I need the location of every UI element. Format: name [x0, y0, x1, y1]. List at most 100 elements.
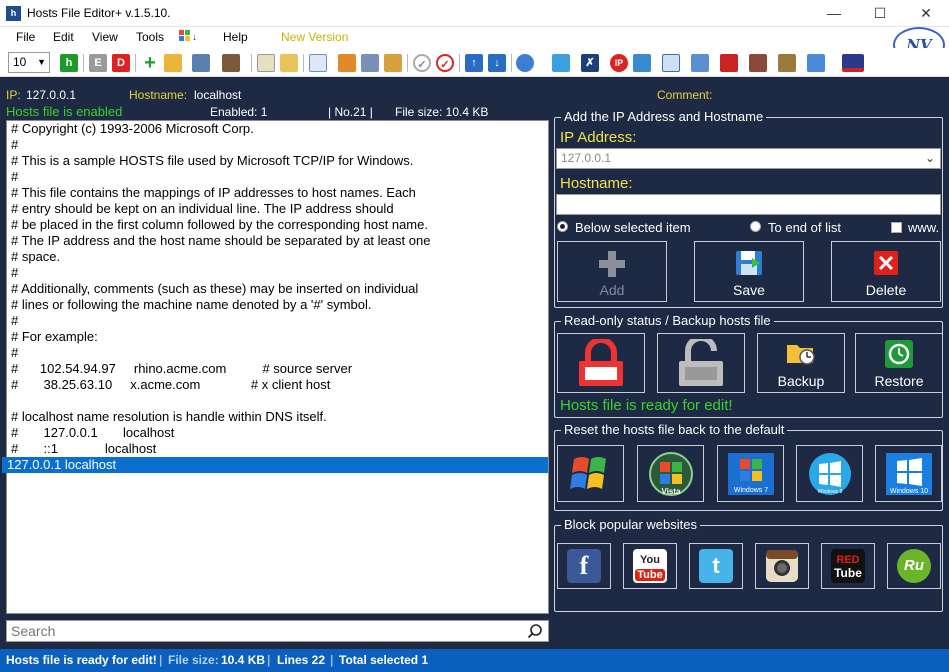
- comment-label: Comment:: [657, 88, 713, 102]
- ip-icon[interactable]: IP: [610, 54, 628, 72]
- backup-button[interactable]: Backup: [757, 333, 845, 393]
- read-only-locked-button[interactable]: [557, 333, 645, 393]
- editor-line[interactable]: # lines or following the machine name de…: [7, 297, 548, 313]
- editor-line[interactable]: # This file contains the mappings of IP …: [7, 185, 548, 201]
- reset-winxp-button[interactable]: [557, 445, 624, 502]
- block-twitter-button[interactable]: t: [689, 543, 743, 589]
- menu-tools[interactable]: Tools: [136, 30, 164, 44]
- editor-line[interactable]: #: [7, 313, 548, 329]
- search-box: [6, 620, 549, 642]
- editor-line[interactable]: #: [7, 265, 548, 281]
- hostname-field[interactable]: [556, 194, 941, 215]
- add-button[interactable]: Add: [557, 241, 667, 302]
- menu-file[interactable]: File: [16, 30, 35, 44]
- editor-line[interactable]: # ::1 localhost: [7, 441, 548, 457]
- remove-duplicates-icon[interactable]: [720, 54, 738, 72]
- close-button[interactable]: ✕: [903, 0, 949, 27]
- edit-doc-icon[interactable]: [257, 54, 275, 72]
- hostname-value: localhost: [194, 88, 242, 102]
- fullscreen-icon[interactable]: [807, 54, 825, 72]
- status-line: Hosts file is enabled Enabled: 1 | No.21…: [0, 104, 550, 120]
- editor-line[interactable]: #: [7, 345, 548, 361]
- check-disabled-icon[interactable]: ✓: [413, 54, 431, 72]
- broom-icon[interactable]: [691, 54, 709, 72]
- search-input[interactable]: [7, 621, 507, 641]
- hosts-editor[interactable]: # Copyright (c) 1993-2006 Microsoft Corp…: [2, 120, 549, 614]
- globe-icon[interactable]: [516, 54, 534, 72]
- youtube-icon: You Tube: [633, 549, 667, 583]
- block-panel: Block popular websites: [554, 517, 943, 612]
- editor-line[interactable]: # Copyright (c) 1993-2006 Microsoft Corp…: [7, 121, 548, 137]
- editor-line[interactable]: #: [7, 169, 548, 185]
- www-checkbox[interactable]: [891, 222, 902, 233]
- radio-end-of-list[interactable]: [750, 221, 761, 232]
- block-youtube-button[interactable]: You Tube: [623, 543, 677, 589]
- editor-line[interactable]: #: [7, 137, 548, 153]
- delete-button-label: Delete: [865, 282, 907, 298]
- instagram-icon: [766, 550, 798, 582]
- maximize-button[interactable]: ☐: [857, 0, 903, 27]
- block-icon[interactable]: [552, 54, 570, 72]
- h-icon[interactable]: h: [60, 54, 78, 72]
- editor-line[interactable]: [7, 393, 548, 409]
- save-button[interactable]: Save: [694, 241, 804, 302]
- add-icon[interactable]: +: [141, 53, 159, 73]
- reset-win8-button[interactable]: Windows 8: [796, 445, 863, 502]
- restore-button[interactable]: Restore: [855, 333, 943, 393]
- block-instagram-button[interactable]: [755, 543, 809, 589]
- bottom-selected: Total selected 1: [339, 653, 429, 667]
- editor-line[interactable]: # The IP address and the host name shoul…: [7, 233, 548, 249]
- d-icon[interactable]: D: [112, 54, 130, 72]
- menu-edit[interactable]: Edit: [53, 30, 74, 44]
- package-icon[interactable]: [749, 54, 767, 72]
- list-icon[interactable]: [309, 54, 327, 72]
- editor-line[interactable]: 127.0.0.1 localhost: [2, 457, 548, 473]
- radio-below-selected[interactable]: [557, 221, 568, 232]
- language-flag-icon[interactable]: [842, 54, 864, 72]
- editor-line[interactable]: # This is a sample HOSTS file used by Mi…: [7, 153, 548, 169]
- radio-below-label: Below selected item: [575, 220, 691, 235]
- move-down-icon[interactable]: ↓: [488, 54, 506, 72]
- menu-help[interactable]: Help: [223, 30, 248, 44]
- bottom-size-label: File size:: [168, 653, 219, 667]
- reset-vista-button[interactable]: Vista: [637, 445, 704, 502]
- export-icon[interactable]: [338, 54, 356, 72]
- save-as-icon[interactable]: [361, 54, 379, 72]
- editor-line[interactable]: # Additionally, comments (such as these)…: [7, 281, 548, 297]
- editor-line[interactable]: # For example:: [7, 329, 548, 345]
- network-icon[interactable]: [633, 54, 651, 72]
- hosts-icon[interactable]: [662, 54, 680, 72]
- ip-address-combo[interactable]: 127.0.0.1 ⌄: [556, 148, 941, 169]
- minimize-button[interactable]: —: [811, 0, 857, 27]
- new-version-link[interactable]: New Version: [281, 30, 348, 44]
- font-size-select[interactable]: 10 ▼: [8, 52, 50, 73]
- import-icon[interactable]: [384, 54, 402, 72]
- editor-line[interactable]: # 127.0.0.1 localhost: [7, 425, 548, 441]
- reset-win7-button[interactable]: Windows 7: [717, 445, 784, 502]
- save-disk-icon[interactable]: [192, 54, 210, 72]
- windows-flag-icon[interactable]: ↓: [178, 28, 200, 47]
- backup-button-label: Backup: [777, 373, 825, 389]
- folder-icon[interactable]: [280, 54, 298, 72]
- tools-icon[interactable]: [222, 54, 240, 72]
- x-icon[interactable]: ✗: [581, 54, 599, 72]
- block-redtube-button[interactable]: RED Tube: [821, 543, 875, 589]
- editor-line[interactable]: # space.: [7, 249, 548, 265]
- read-only-unlocked-button[interactable]: [657, 333, 745, 393]
- move-up-icon[interactable]: ↑: [465, 54, 483, 72]
- menu-view[interactable]: View: [92, 30, 118, 44]
- editor-line[interactable]: # entry should be kept on an individual …: [7, 201, 548, 217]
- editor-line[interactable]: # 102.54.94.97 rhino.acme.com # source s…: [7, 361, 548, 377]
- editor-line[interactable]: # be placed in the first column followed…: [7, 217, 548, 233]
- check-icon[interactable]: ✓: [436, 54, 454, 72]
- editor-line[interactable]: # 38.25.63.10 x.acme.com # x client host: [7, 377, 548, 393]
- e-icon[interactable]: E: [89, 54, 107, 72]
- delete-button[interactable]: Delete: [831, 241, 941, 302]
- lock-icon[interactable]: [778, 54, 796, 72]
- block-facebook-button[interactable]: f: [557, 543, 611, 589]
- search-icon[interactable]: [527, 623, 543, 639]
- editor-line[interactable]: # localhost name resolution is handle wi…: [7, 409, 548, 425]
- reset-win10-button[interactable]: Windows 10: [875, 445, 942, 502]
- block-ru-button[interactable]: Ru: [887, 543, 941, 589]
- open-folder-icon[interactable]: [164, 54, 182, 72]
